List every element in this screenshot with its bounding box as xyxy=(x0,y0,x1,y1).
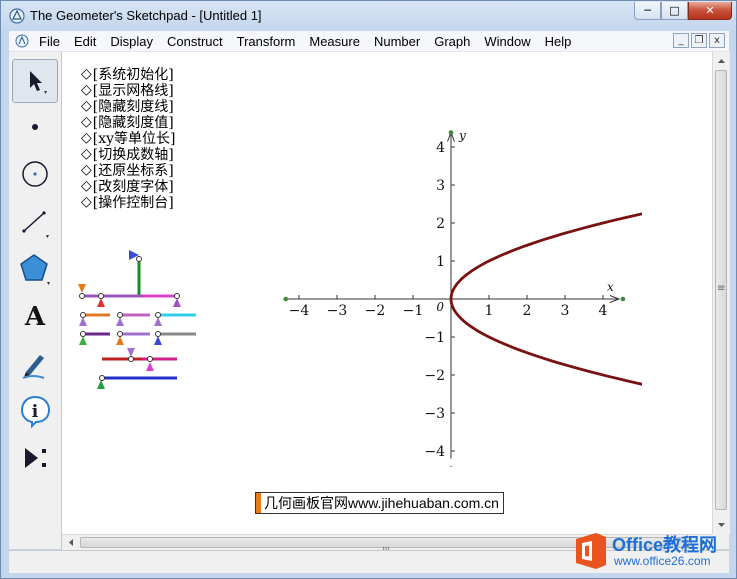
maximize-button[interactable]: □ xyxy=(661,2,688,20)
scroll-left-icon[interactable] xyxy=(64,535,78,550)
site-url: www.office26.com xyxy=(614,554,711,568)
polygon-tool[interactable] xyxy=(12,247,58,291)
y-tick-label: 1 xyxy=(436,254,445,270)
close-button[interactable]: ✕ xyxy=(688,2,732,20)
menu-construct[interactable]: Construct xyxy=(167,34,223,49)
close-icon: ✕ xyxy=(705,4,715,17)
menu-file[interactable]: File xyxy=(39,34,60,49)
diamond-marker-icon: ◇ xyxy=(81,130,92,146)
y-axis-end-point xyxy=(448,130,454,135)
y-tick-label: −2 xyxy=(424,368,445,384)
application-window: The Geometer's Sketchpad - [Untitled 1] … xyxy=(0,0,737,579)
menu-display[interactable]: Display xyxy=(110,34,153,49)
minimize-icon: ─ xyxy=(644,4,651,17)
menu-items: File Edit Display Construct Transform Measure… xyxy=(39,31,585,51)
control-panel-sliders[interactable] xyxy=(72,247,202,397)
x-tick-label: −1 xyxy=(403,303,424,319)
diamond-marker-icon: ◇ xyxy=(81,178,92,194)
diamond-marker-icon: ◇ xyxy=(81,194,92,210)
x-tick-label: 1 xyxy=(485,303,494,319)
straightedge-tool[interactable] xyxy=(12,200,58,244)
diamond-marker-icon: ◇ xyxy=(81,146,92,162)
menu-help[interactable]: Help xyxy=(545,34,572,49)
x-axis-start-point xyxy=(283,296,288,302)
diamond-marker-icon: ◇ xyxy=(81,98,92,114)
x-axis-end-point xyxy=(620,296,626,302)
y-tick-label: −4 xyxy=(424,444,445,460)
coordinate-graph[interactable]: −4 −3 −2 −1 1 2 3 4 4 3 2 1 −1 −2 −3 −4 0 x y xyxy=(282,127,642,467)
title-bar[interactable]: The Geometer's Sketchpad - [Untitled 1] … xyxy=(1,1,737,31)
action-button-label: [操作控制台] xyxy=(92,195,174,211)
watermark-label: 几何画板官网www.jihehuaban.com.cn xyxy=(255,492,504,514)
watermark-text: 几何画板官网www.jihehuaban.com.cn xyxy=(264,495,499,511)
menu-window[interactable]: Window xyxy=(484,34,530,49)
minimize-button[interactable]: ─ xyxy=(634,2,661,20)
caption-buttons: ─ □ ✕ xyxy=(634,2,732,21)
menu-number[interactable]: Number xyxy=(374,34,420,49)
x-tick-label: 2 xyxy=(523,303,532,319)
menu-measure[interactable]: Measure xyxy=(309,34,360,49)
menu-graph[interactable]: Graph xyxy=(434,34,470,49)
segment-icon xyxy=(22,211,49,238)
office26-logo: Office教程网 www.office26.com xyxy=(570,527,735,575)
vertical-scroll-thumb[interactable]: ≡ xyxy=(715,70,727,510)
y-tick-label: 2 xyxy=(436,216,445,232)
diamond-marker-icon: ◇ xyxy=(81,114,92,130)
y-tick-label: 3 xyxy=(436,178,445,194)
circle-icon xyxy=(22,161,48,187)
document-window-buttons: _ ❐ x xyxy=(673,33,725,48)
window-title: The Geometer's Sketchpad - [Untitled 1] xyxy=(30,8,262,23)
action-buttons: ◇ [系统初始化] ◇ [显示网格线] ◇ [隐藏刻度线] ◇ [隐藏刻度值] ◇ [xy等单位长… xyxy=(81,66,176,211)
action-button[interactable]: ◇ [操作控制台] xyxy=(81,194,176,211)
doc-minimize-button[interactable]: _ xyxy=(673,33,689,48)
polygon-icon xyxy=(20,254,50,285)
vertical-grip-icon: ≡ xyxy=(717,283,726,294)
arrow-icon xyxy=(30,71,47,94)
y-tick-label: 4 xyxy=(436,140,445,156)
arrow-select-tool[interactable] xyxy=(12,59,58,103)
document-icon[interactable] xyxy=(15,34,29,48)
custom-tools-icon xyxy=(25,448,46,468)
marker-pen-icon xyxy=(22,355,45,379)
x-tick-label: −2 xyxy=(365,303,386,319)
vertical-scrollbar[interactable]: ≡ xyxy=(712,52,730,534)
information-tool[interactable]: i xyxy=(12,389,58,433)
marker-tool[interactable] xyxy=(12,342,58,386)
y-tick-label: −3 xyxy=(424,406,445,422)
x-tick-label: −4 xyxy=(289,303,310,319)
custom-tool[interactable] xyxy=(12,436,58,480)
origin-label: 0 xyxy=(436,300,444,314)
diamond-marker-icon: ◇ xyxy=(81,162,92,178)
diamond-marker-icon: ◇ xyxy=(81,82,92,98)
y-axis-start-point xyxy=(449,466,453,467)
compass-tool[interactable] xyxy=(12,152,58,196)
doc-restore-button[interactable]: ❐ xyxy=(691,33,707,48)
x-tick-label: 4 xyxy=(599,303,608,319)
x-tick-label: 3 xyxy=(561,303,570,319)
scroll-up-icon[interactable] xyxy=(713,54,730,68)
diamond-marker-icon: ◇ xyxy=(81,66,92,82)
x-tick-label: −3 xyxy=(327,303,348,319)
menu-bar: File Edit Display Construct Transform Measure… xyxy=(9,31,729,52)
menu-transform[interactable]: Transform xyxy=(237,34,296,49)
office-logo-icon xyxy=(576,533,606,569)
y-tick-label: −1 xyxy=(424,330,445,346)
info-glyph: i xyxy=(32,402,39,422)
sketch-canvas[interactable]: ◇ [系统初始化] ◇ [显示网格线] ◇ [隐藏刻度线] ◇ [隐藏刻度值] ◇ [xy等单位长… xyxy=(62,52,712,534)
x-axis-label: x xyxy=(607,280,614,294)
text-a-icon: A xyxy=(24,302,46,332)
toolbox: A i xyxy=(9,52,62,549)
sketchpad-app-icon xyxy=(9,8,25,24)
menu-edit[interactable]: Edit xyxy=(74,34,96,49)
info-icon: i xyxy=(20,395,51,428)
doc-close-button[interactable]: x xyxy=(709,33,725,48)
maximize-icon: □ xyxy=(669,4,680,17)
point-icon xyxy=(32,124,38,130)
y-axis-label: y xyxy=(458,129,466,143)
text-tool[interactable]: A xyxy=(12,295,58,339)
point-tool[interactable] xyxy=(12,105,58,149)
